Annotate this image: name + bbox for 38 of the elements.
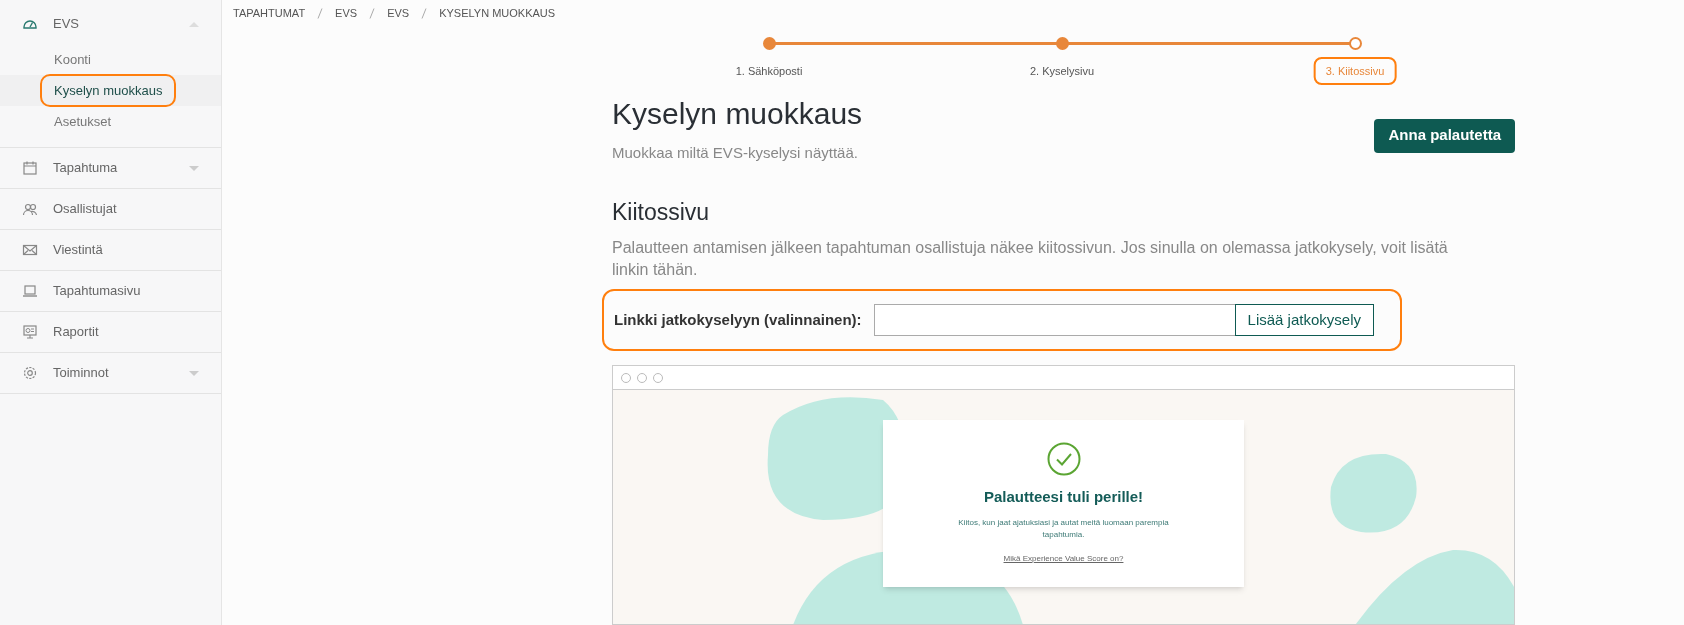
confirmation-text: Kiitos, kun jaat ajatuksiasi ja autat meitä luomaan parempia tapahtumia. bbox=[957, 516, 1170, 541]
breadcrumb-link[interactable]: KYSELYN MUOKKAUS bbox=[439, 5, 556, 22]
people-icon bbox=[22, 201, 38, 217]
sidebar-item[interactable]: Viestintä bbox=[0, 230, 221, 270]
sidebar-item[interactable]: Raportit bbox=[0, 312, 221, 352]
sidebar-subitem[interactable]: Kyselyn muokkaus bbox=[40, 73, 177, 108]
caret-icon bbox=[189, 165, 199, 171]
add-survey-button[interactable]: Lisää jatkokysely bbox=[1234, 304, 1374, 336]
sidebar-item[interactable]: Tapahtuma bbox=[0, 148, 221, 188]
breadcrumb-link[interactable]: TAPAHTUMAT bbox=[233, 5, 306, 22]
breadcrumb-separator-icon bbox=[369, 7, 376, 19]
feedback-button[interactable]: Anna palautetta bbox=[1374, 118, 1515, 153]
breadcrumb-link[interactable]: EVS bbox=[335, 5, 358, 22]
envelope-icon bbox=[22, 242, 38, 258]
page-title: Kyselyn muokkaus bbox=[612, 95, 863, 132]
field-label: Linkki jatkokyselyyn (valinnainen): bbox=[614, 309, 862, 330]
step-label[interactable]: 1. Sähköposti bbox=[723, 56, 815, 85]
section-description: Palautteen antamisen jälkeen tapahtuman osallistuja näkee kiitossivun. Jos sinulla on olemassa jatkokysely, voit lisätä linkin tähän. bbox=[612, 238, 1449, 280]
settings-icon bbox=[22, 365, 38, 381]
page-subtitle: Muokkaa miltä EVS-kyselysi näyttää. bbox=[612, 143, 859, 163]
sidebar-item[interactable]: Osallistujat bbox=[0, 189, 221, 229]
breadcrumb-link[interactable]: EVS bbox=[387, 5, 410, 22]
breadcrumb-separator-icon bbox=[421, 7, 428, 19]
calendar-icon bbox=[22, 160, 38, 176]
monitor-icon bbox=[22, 324, 38, 340]
breadcrumb-separator-icon bbox=[317, 7, 324, 19]
info-link[interactable]: Mikä Experience Value Score on? bbox=[1003, 552, 1124, 565]
caret-icon bbox=[189, 370, 199, 376]
sidebar-item[interactable]: Tapahtumasivu bbox=[0, 271, 221, 311]
step-label[interactable]: 2. Kyselysivu bbox=[1017, 56, 1107, 85]
link-input-field[interactable] bbox=[873, 304, 1236, 336]
confirmation-heading: Palautteesi tuli perille! bbox=[983, 487, 1144, 507]
check-circle-icon bbox=[1046, 442, 1081, 476]
sidebar-item[interactable]: Toiminnot bbox=[0, 353, 221, 393]
caret-icon bbox=[189, 21, 199, 27]
section-title: Kiitossivu bbox=[612, 197, 711, 227]
laptop-icon bbox=[22, 283, 38, 299]
sidebar-item[interactable]: EVS bbox=[0, 4, 221, 44]
